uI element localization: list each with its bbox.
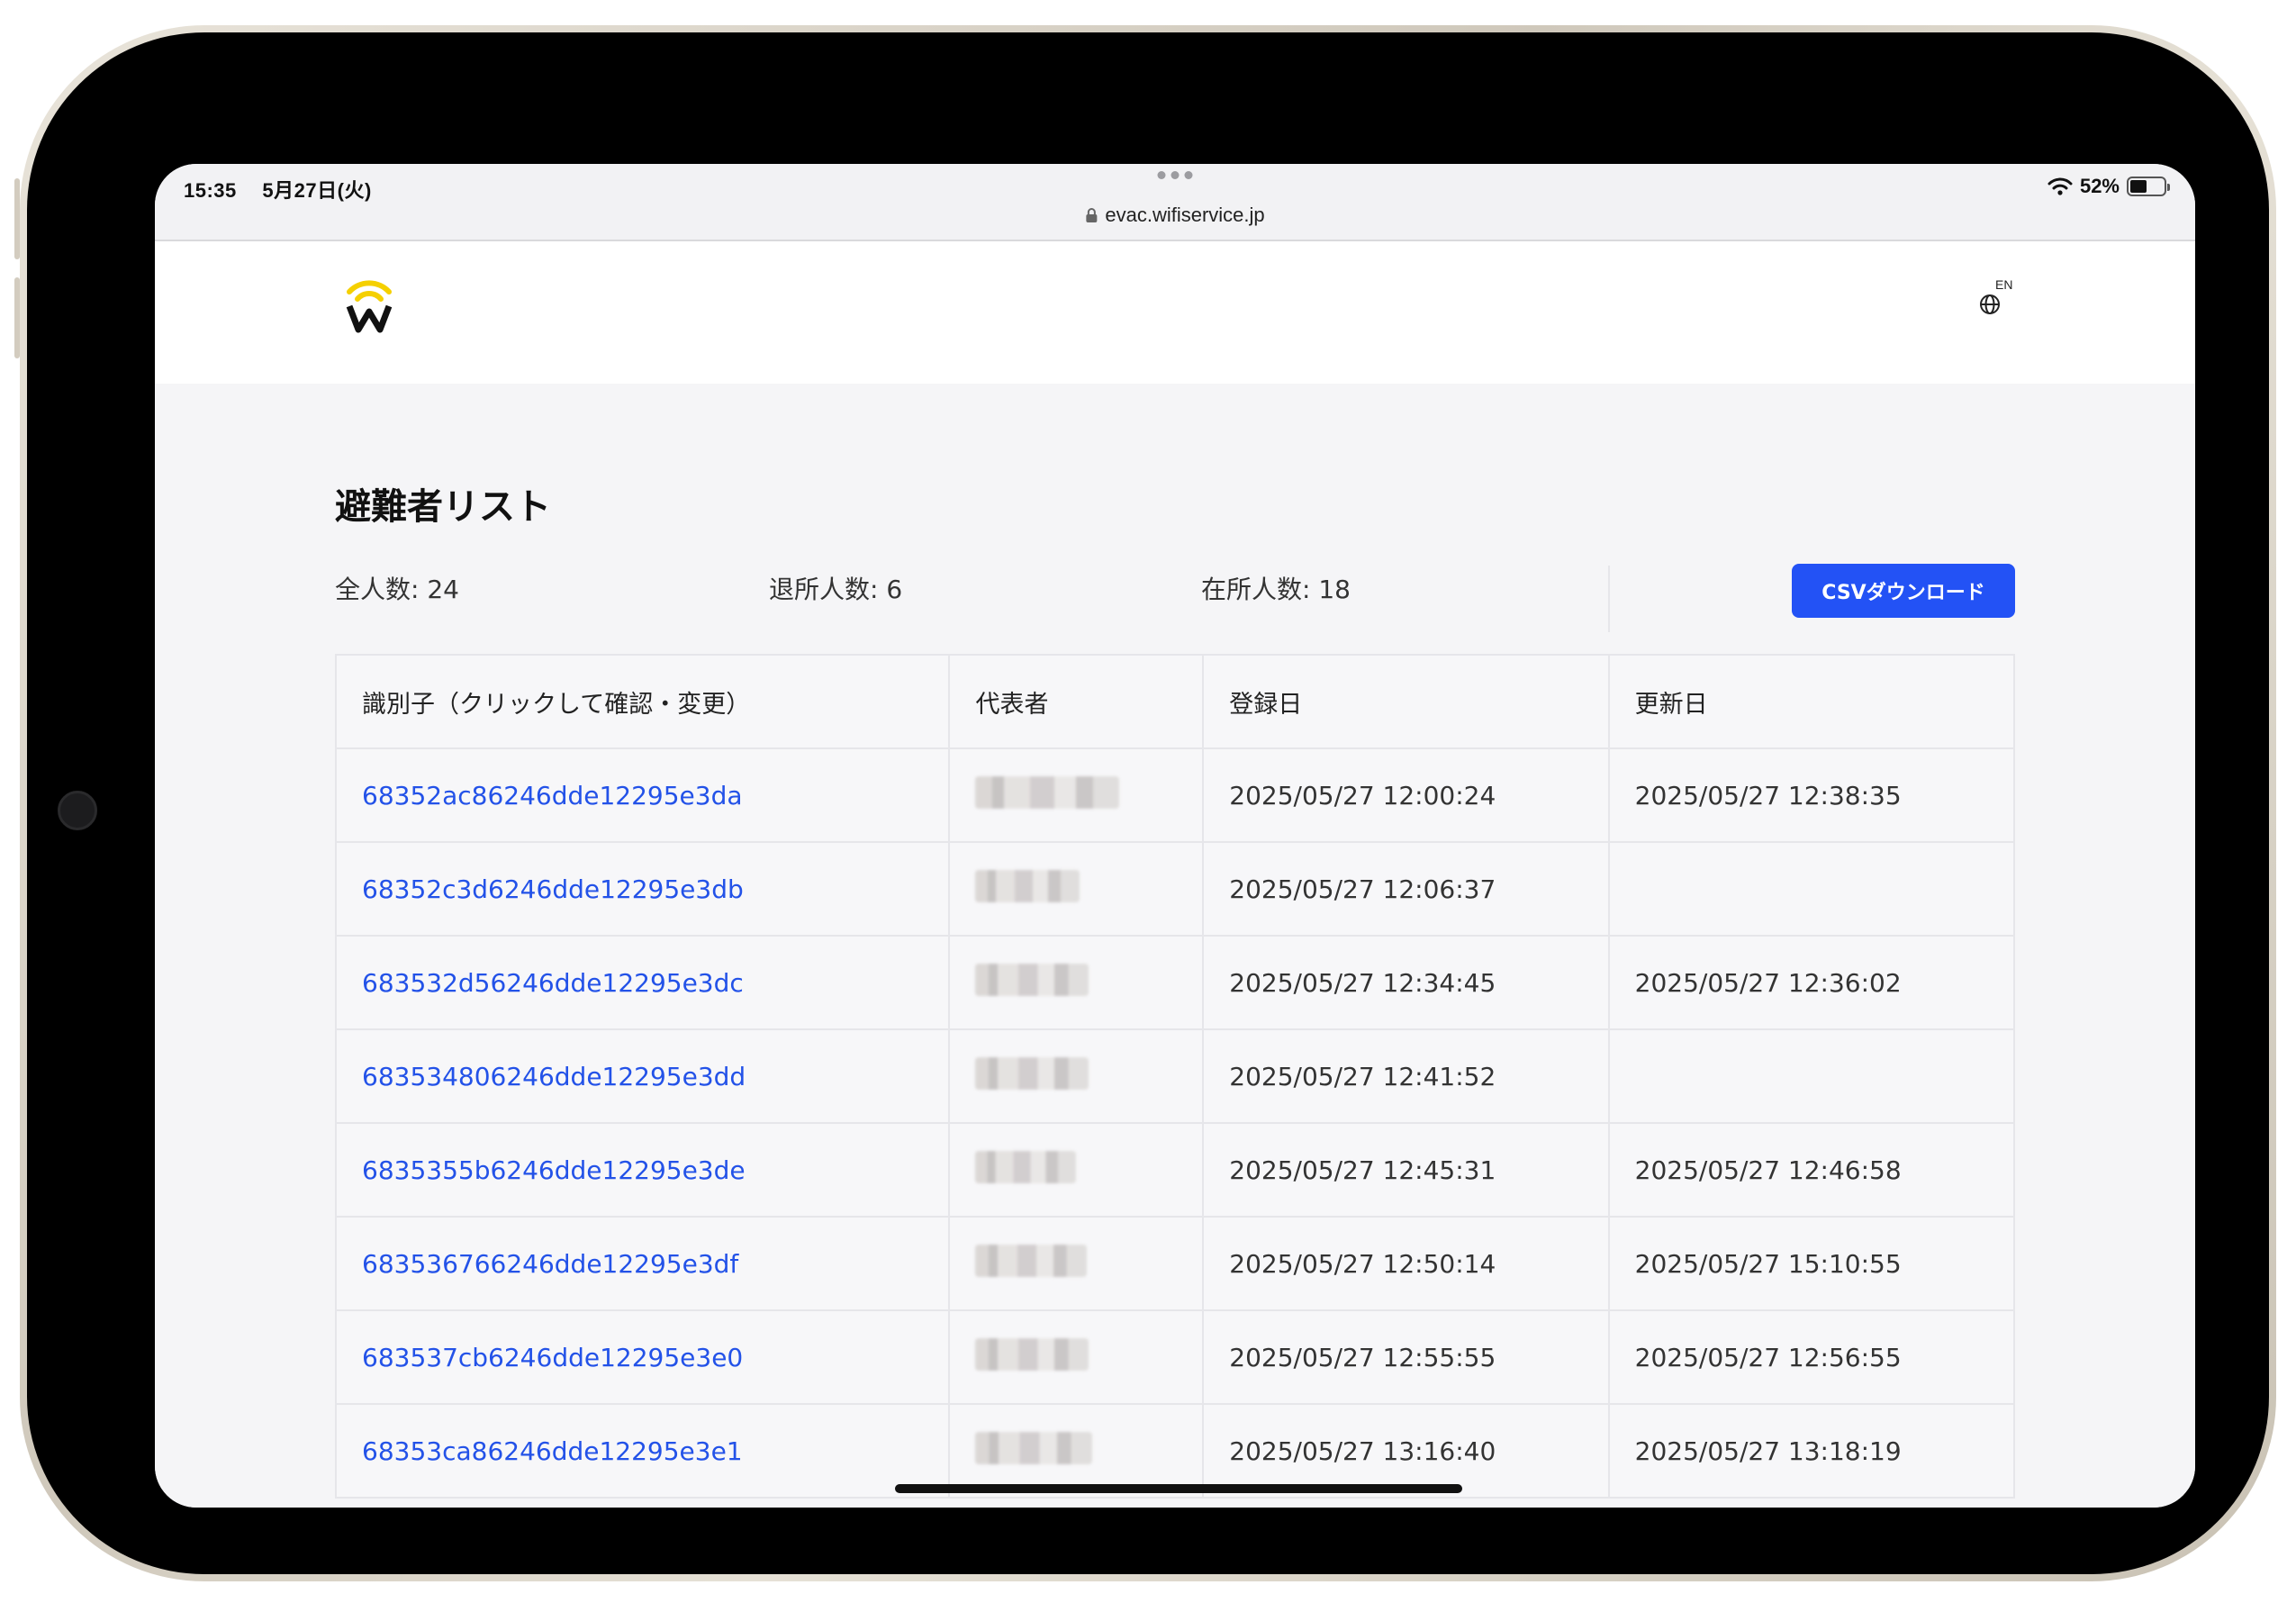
updated-date: 2025/05/27 12:38:35 xyxy=(1607,747,2016,843)
screen: 15:35 5月27日(火) evac.wifiservice.jp 52% E… xyxy=(155,164,2195,1508)
stat-left: 退所人数: 6 xyxy=(769,575,903,604)
identifier-link[interactable]: 683536766246dde12295e3df xyxy=(334,1216,951,1311)
stats-divider xyxy=(1608,566,1610,632)
status-time-date: 15:35 5月27日(火) xyxy=(184,175,392,204)
blurred-name xyxy=(975,1337,1089,1371)
identifier-link[interactable]: 68352c3d6246dde12295e3db xyxy=(334,841,951,937)
registered-date: 2025/05/27 12:00:24 xyxy=(1202,747,1610,843)
blurred-name xyxy=(975,1150,1077,1183)
updated-date xyxy=(1607,841,2016,937)
lock-icon xyxy=(1086,208,1098,222)
registered-date: 2025/05/27 12:06:37 xyxy=(1202,841,1610,937)
site-header: EN xyxy=(155,241,2195,384)
header-updated: 更新日 xyxy=(1607,654,2016,749)
status-time: 15:35 xyxy=(184,179,237,202)
front-camera xyxy=(58,791,97,830)
updated-date: 2025/05/27 12:56:55 xyxy=(1607,1309,2016,1405)
updated-date: 2025/05/27 12:46:58 xyxy=(1607,1122,2016,1218)
table-row: 68352c3d6246dde12295e3db 2025/05/27 12:0… xyxy=(334,841,2016,937)
representative-cell xyxy=(948,747,1205,843)
header-identifier: 識別子（クリックして確認・変更） xyxy=(334,654,951,749)
table-row: 683532d56246dde12295e3dc 2025/05/27 12:3… xyxy=(334,935,2016,1030)
identifier-link[interactable]: 68353ca86246dde12295e3e1 xyxy=(334,1403,951,1499)
registered-date: 2025/05/27 12:55:55 xyxy=(1202,1309,1610,1405)
volume-down-button xyxy=(14,277,20,358)
table-row: 683536766246dde12295e3df 2025/05/27 12:5… xyxy=(334,1216,2016,1311)
table-row: 683534806246dde12295e3dd 2025/05/27 12:4… xyxy=(334,1028,2016,1124)
registered-date: 2025/05/27 12:45:31 xyxy=(1202,1122,1610,1218)
blurred-name xyxy=(975,963,1089,996)
table-row: 68352ac86246dde12295e3da 2025/05/27 12:0… xyxy=(334,747,2016,843)
identifier-link[interactable]: 6835355b6246dde12295e3de xyxy=(334,1122,951,1218)
table-row: 6835355b6246dde12295e3de 2025/05/27 12:4… xyxy=(334,1122,2016,1218)
representative-cell xyxy=(948,1028,1205,1124)
status-date: 5月27日(火) xyxy=(262,179,372,202)
representative-cell xyxy=(948,1122,1205,1218)
browser-status-bar: 15:35 5月27日(火) evac.wifiservice.jp 52% xyxy=(155,164,2195,241)
blurred-name xyxy=(975,1431,1093,1464)
address-bar[interactable]: evac.wifiservice.jp xyxy=(1085,204,1265,227)
evacuee-table: 識別子（クリックして確認・変更） 代表者 登録日 更新日 68352ac8624… xyxy=(334,654,2016,1499)
wifi-icon xyxy=(2047,177,2073,195)
header-representative: 代表者 xyxy=(948,654,1205,749)
table-header-row: 識別子（クリックして確認・変更） 代表者 登録日 更新日 xyxy=(334,654,2016,749)
blurred-name xyxy=(975,1244,1088,1277)
header-registered: 登録日 xyxy=(1202,654,1610,749)
blurred-name xyxy=(975,1056,1089,1090)
updated-date xyxy=(1607,1028,2016,1124)
csv-download-button[interactable]: CSVダウンロード xyxy=(1792,564,2015,618)
representative-cell xyxy=(948,841,1205,937)
battery-icon xyxy=(2127,177,2170,196)
battery-percent: 52% xyxy=(2079,175,2120,197)
ipad-bezel: 15:35 5月27日(火) evac.wifiservice.jp 52% E… xyxy=(27,32,2269,1574)
wifi-logo-icon[interactable] xyxy=(344,274,394,333)
stat-total: 全人数: 24 xyxy=(335,575,459,604)
identifier-link[interactable]: 68352ac86246dde12295e3da xyxy=(334,747,951,843)
registered-date: 2025/05/27 12:34:45 xyxy=(1202,935,1610,1030)
representative-cell xyxy=(948,1309,1205,1405)
identifier-link[interactable]: 683537cb6246dde12295e3e0 xyxy=(334,1309,951,1405)
blurred-name xyxy=(975,869,1080,902)
volume-up-button xyxy=(14,178,20,259)
main-content: 避難者リスト 全人数: 24 退所人数: 6 在所人数: 18 CSVダウンロー… xyxy=(155,384,2195,1508)
updated-date: 2025/05/27 13:18:19 xyxy=(1607,1403,2016,1499)
stat-present: 在所人数: 18 xyxy=(1201,575,1351,604)
representative-cell xyxy=(948,1216,1205,1311)
ipad-frame: 15:35 5月27日(火) evac.wifiservice.jp 52% E… xyxy=(14,25,2276,1581)
tab-more-icon[interactable] xyxy=(1157,171,1193,179)
table-row: 683537cb6246dde12295e3e0 2025/05/27 12:5… xyxy=(334,1309,2016,1405)
home-indicator[interactable] xyxy=(895,1484,1462,1493)
url-text: evac.wifiservice.jp xyxy=(1105,204,1265,226)
updated-date: 2025/05/27 15:10:55 xyxy=(1607,1216,2016,1311)
updated-date: 2025/05/27 12:36:02 xyxy=(1607,935,2016,1030)
language-label[interactable]: EN xyxy=(1995,277,2012,292)
representative-cell xyxy=(948,935,1205,1030)
identifier-link[interactable]: 683534806246dde12295e3dd xyxy=(334,1028,951,1124)
registered-date: 2025/05/27 12:50:14 xyxy=(1202,1216,1610,1311)
status-indicators: 52% xyxy=(2047,175,2170,198)
identifier-link[interactable]: 683532d56246dde12295e3dc xyxy=(334,935,951,1030)
blurred-name xyxy=(975,775,1120,809)
page-title: 避難者リスト xyxy=(335,486,551,528)
registered-date: 2025/05/27 12:41:52 xyxy=(1202,1028,1610,1124)
